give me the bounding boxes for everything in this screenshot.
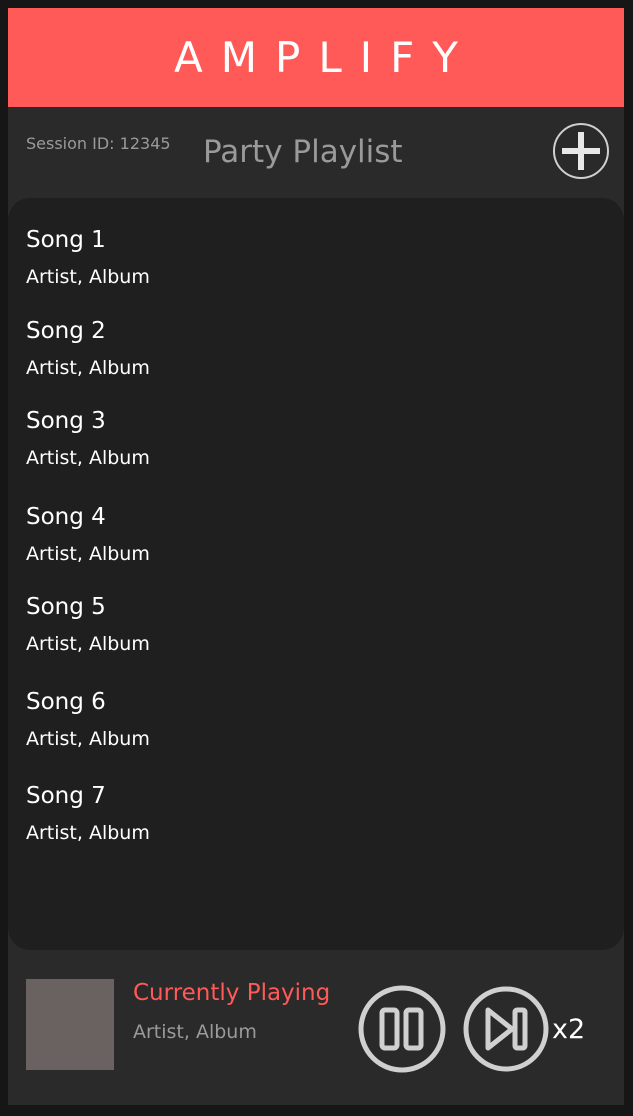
song-subtitle: Artist, Album [26, 266, 150, 288]
song-list[interactable]: Song 1 Artist, Album Song 2 Artist, Albu… [8, 198, 624, 950]
song-item[interactable]: Song 3 Artist, Album [26, 407, 150, 470]
song-title: Song 6 [26, 689, 106, 715]
pause-circle-icon [358, 985, 446, 1073]
song-item[interactable]: Song 1 Artist, Album [26, 226, 150, 289]
app-frame: AMPLIFY Session ID: 12345 Party Playlist… [8, 8, 624, 1105]
plus-circle-icon [553, 123, 609, 179]
song-title: Song 3 [26, 408, 106, 434]
song-title: Song 2 [26, 318, 106, 344]
song-title: Song 5 [26, 594, 106, 620]
song-item[interactable]: Song 7 Artist, Album [26, 782, 150, 845]
song-title: Song 1 [26, 227, 106, 253]
skip-button[interactable] [462, 984, 550, 1074]
song-subtitle: Artist, Album [26, 633, 150, 655]
song-item[interactable]: Song 2 Artist, Album [26, 317, 150, 380]
song-subtitle: Artist, Album [26, 728, 150, 750]
playlist-title: Party Playlist [203, 134, 403, 170]
app-title: AMPLIFY [174, 33, 476, 82]
song-title: Song 7 [26, 783, 106, 809]
song-item[interactable]: Song 6 Artist, Album [26, 688, 150, 751]
song-item[interactable]: Song 5 Artist, Album [26, 593, 150, 656]
song-subtitle: Artist, Album [26, 357, 150, 379]
add-song-button[interactable] [552, 122, 610, 180]
skip-next-circle-icon [463, 986, 549, 1072]
song-subtitle: Artist, Album [26, 447, 150, 469]
now-playing-subtitle: Artist, Album [133, 1021, 257, 1043]
song-item[interactable]: Song 4 Artist, Album [26, 503, 150, 566]
song-subtitle: Artist, Album [26, 822, 150, 844]
session-id: Session ID: 12345 [26, 134, 171, 153]
song-title: Song 4 [26, 504, 106, 530]
skip-count: x2 [552, 1014, 586, 1045]
pause-button[interactable] [357, 984, 447, 1074]
now-playing-title: Currently Playing [133, 980, 331, 1006]
album-art [26, 979, 114, 1070]
app-header: AMPLIFY [8, 8, 624, 107]
song-subtitle: Artist, Album [26, 543, 150, 565]
